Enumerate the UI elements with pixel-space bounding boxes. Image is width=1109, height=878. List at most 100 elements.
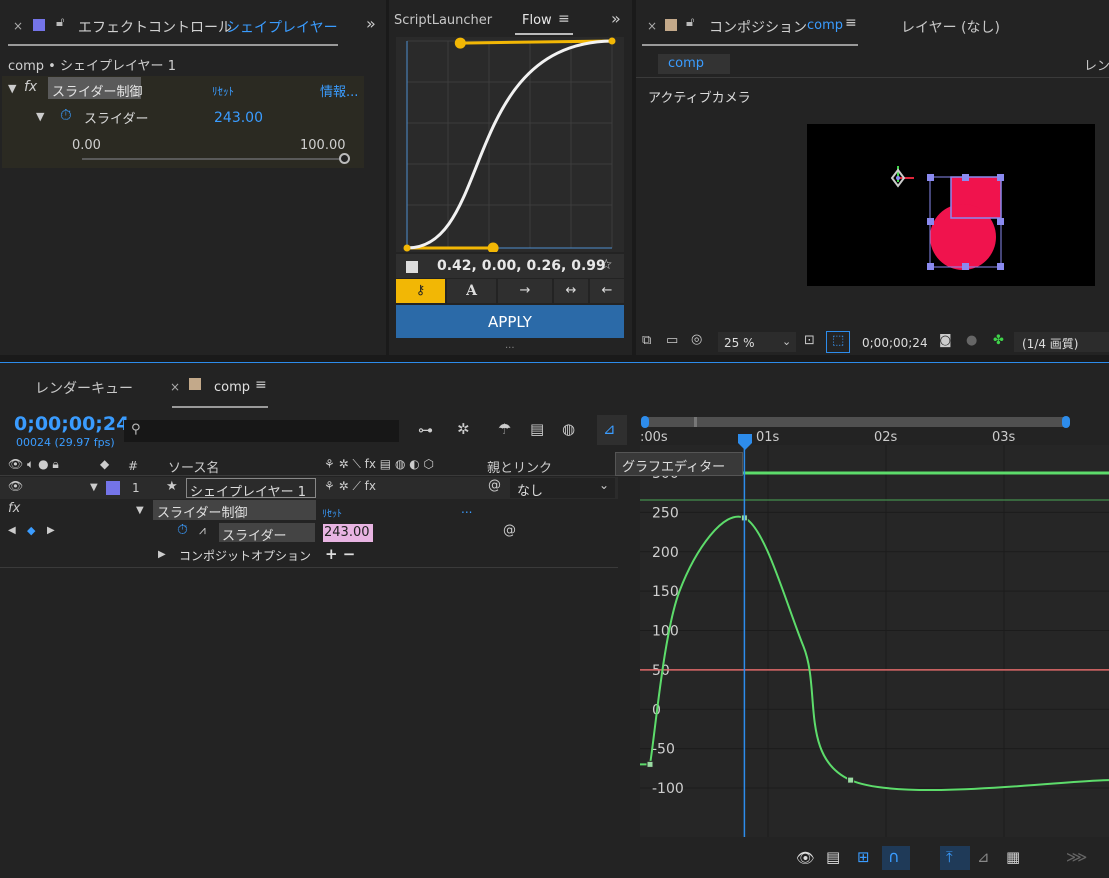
- graph-editor[interactable]: 300250200150100500-50-100: [620, 445, 1109, 837]
- eye-icon[interactable]: 👁︎: [8, 479, 23, 493]
- comp-panel-tab-comp[interactable]: comp: [807, 18, 843, 33]
- arrow-left-button[interactable]: ←: [590, 279, 624, 303]
- effect-row-reset[interactable]: ﾘｾｯﾄ: [322, 505, 342, 520]
- panel-menu-icon[interactable]: ≡: [255, 377, 267, 393]
- expand-triangle-icon[interactable]: ▼: [136, 505, 144, 516]
- panel-menu-icon[interactable]: ≡: [845, 15, 857, 31]
- curve-preset-icon[interactable]: [406, 261, 418, 273]
- motion-blur-icon[interactable]: ◍: [562, 420, 575, 438]
- monitor-icon[interactable]: ▭: [666, 333, 678, 348]
- effect-row-more[interactable]: ...: [461, 502, 472, 516]
- layer-color-label[interactable]: [106, 481, 120, 495]
- effect-panel-tab-layer[interactable]: シェイプレイヤー 1: [226, 17, 338, 37]
- snapshot-icon[interactable]: ◙: [939, 333, 952, 348]
- next-keyframe-icon[interactable]: ▶: [47, 525, 55, 536]
- expand-triangle-icon[interactable]: ▼: [8, 82, 16, 95]
- panel-resize-grip[interactable]: ...: [505, 340, 515, 351]
- fit-all-icon[interactable]: ▦: [1006, 848, 1020, 866]
- render-queue-tab[interactable]: レンダーキュー: [35, 378, 133, 398]
- fit-selection-icon[interactable]: ⊿: [977, 848, 990, 866]
- time-label: 02s: [874, 430, 898, 445]
- lock-icon[interactable]: 🔓︎: [56, 15, 64, 30]
- comp-timeline-tab[interactable]: comp: [214, 380, 250, 395]
- tab-flow[interactable]: Flow: [522, 13, 552, 28]
- graph-value-label: -50: [652, 742, 675, 758]
- shy-layers-icon[interactable]: ☂: [498, 420, 511, 438]
- work-area-bar[interactable]: [643, 417, 1066, 427]
- fx-icon[interactable]: fx: [8, 501, 20, 516]
- slider-thumb[interactable]: [339, 153, 350, 164]
- bezier-curve-editor[interactable]: [396, 37, 624, 252]
- panel-menu-icon[interactable]: ≡: [558, 11, 570, 27]
- work-area-start[interactable]: [641, 416, 649, 428]
- close-icon[interactable]: ×: [647, 19, 657, 33]
- flow-tool-row: ⚷ A → ↔ ←: [396, 279, 624, 303]
- expand-triangle-icon[interactable]: ▼: [90, 482, 98, 493]
- star-icon[interactable]: ☆: [600, 257, 613, 273]
- bezier-values[interactable]: 0.42, 0.00, 0.26, 0.99: [437, 258, 606, 274]
- show-properties-icon[interactable]: 👁︎: [796, 849, 815, 867]
- graph-keyframe[interactable]: [847, 776, 855, 784]
- apply-button[interactable]: APPLY: [396, 305, 624, 338]
- graph-options-icon[interactable]: ▤: [826, 848, 840, 866]
- comp-subtab-right[interactable]: レン: [1084, 55, 1109, 74]
- channel-icon[interactable]: ✤: [993, 333, 1004, 348]
- column-parent-link[interactable]: 親とリンク: [487, 457, 552, 476]
- shape-circle[interactable]: [930, 204, 996, 270]
- keyframe-diamond-icon[interactable]: ◆: [27, 524, 35, 537]
- arrow-both-button[interactable]: ↔: [554, 279, 588, 303]
- comp-subtab-label: comp: [668, 56, 705, 71]
- spiral-pickwhip-icon[interactable]: @: [503, 523, 516, 538]
- stopwatch-icon[interactable]: ⏱: [60, 106, 72, 124]
- show-snapshot-icon[interactable]: ●: [966, 333, 977, 348]
- close-icon[interactable]: ×: [13, 19, 23, 33]
- effect-info-link[interactable]: 情報...: [320, 81, 358, 100]
- slider-value[interactable]: 243.00: [214, 110, 263, 126]
- work-area-end[interactable]: [1062, 416, 1070, 428]
- composition-viewer[interactable]: [807, 124, 1095, 286]
- column-source-name[interactable]: ソース名: [168, 457, 219, 476]
- comp-mini-flowchart-icon[interactable]: ⊶: [418, 421, 433, 439]
- prev-keyframe-icon[interactable]: ◀: [8, 525, 16, 536]
- chevron-down-icon: ⌄: [599, 478, 610, 492]
- layer-search-input[interactable]: [124, 420, 399, 442]
- close-icon[interactable]: ×: [170, 380, 180, 394]
- fit-icon[interactable]: ⊡: [804, 333, 815, 348]
- property-name: スライダー: [222, 529, 287, 544]
- effect-reset-link[interactable]: ﾘｾｯﾄ: [212, 83, 234, 99]
- search-icon: ⚲: [131, 422, 141, 437]
- composite-add-remove[interactable]: + −: [325, 545, 355, 563]
- auto-zoom-button[interactable]: [940, 846, 970, 870]
- fx-icon[interactable]: fx: [24, 79, 37, 95]
- bezier-handle-2[interactable]: [454, 37, 466, 49]
- mask-visibility-icon[interactable]: ◎: [691, 332, 702, 347]
- graph-keyframe[interactable]: [646, 760, 654, 768]
- comp-panel-tab-label[interactable]: コンポジション: [709, 17, 807, 37]
- tab-script-launcher[interactable]: ScriptLauncher: [394, 13, 492, 28]
- effect-panel-tab-label[interactable]: エフェクトコントロール: [78, 17, 232, 37]
- key-tool-button[interactable]: ⚷: [396, 279, 445, 303]
- snap-icon: ∩: [888, 847, 900, 866]
- stopwatch-icon[interactable]: ⏱: [177, 522, 188, 538]
- slider-track[interactable]: [82, 158, 344, 160]
- transform-box-icon[interactable]: ⊞: [857, 848, 870, 866]
- text-tool-button[interactable]: A: [447, 279, 496, 303]
- panel-overflow-icon[interactable]: »: [611, 9, 621, 28]
- separate-dimensions-icon[interactable]: ⋙: [1066, 848, 1087, 866]
- playhead-handle[interactable]: [738, 434, 752, 450]
- panel-menu-icon[interactable]: »: [366, 14, 376, 33]
- expand-triangle-icon[interactable]: ▶: [158, 549, 166, 560]
- arrow-right-button[interactable]: →: [498, 279, 552, 303]
- lock-icon[interactable]: 🔓︎: [686, 15, 694, 30]
- draft-3d-icon[interactable]: ✲: [457, 420, 470, 438]
- always-preview-icon[interactable]: ⧉: [642, 333, 651, 348]
- effect-name[interactable]: スライダー制御: [52, 81, 142, 100]
- layer-viewer-tab[interactable]: レイヤー (なし): [901, 17, 1000, 37]
- graph-toggle-icon[interactable]: ⩘: [199, 523, 206, 538]
- spiral-pickwhip-icon[interactable]: @: [488, 478, 501, 493]
- viewer-timecode[interactable]: 0;00;00;24: [862, 336, 928, 350]
- expand-triangle-icon[interactable]: ▼: [36, 110, 44, 123]
- time-label: :00s: [640, 430, 668, 445]
- current-timecode[interactable]: 0;00;00;24: [14, 413, 129, 435]
- frame-blending-icon[interactable]: ▤: [530, 420, 544, 438]
